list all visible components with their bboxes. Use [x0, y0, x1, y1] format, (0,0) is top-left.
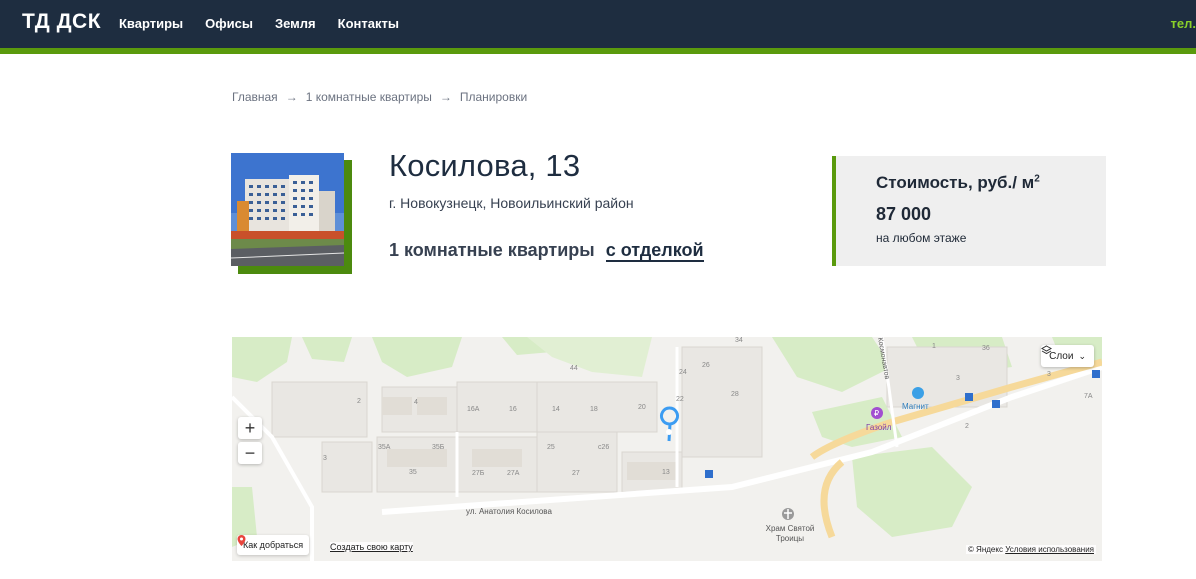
main-nav: Квартиры Офисы Земля Контакты [119, 16, 399, 31]
breadcrumb-one-room[interactable]: 1 комнатные квартиры [306, 90, 432, 104]
nav-item-apartments[interactable]: Квартиры [119, 16, 183, 31]
directions-label: Как добраться [243, 540, 304, 550]
house-number: с26 [598, 444, 610, 451]
house-number: 36 [982, 345, 990, 352]
breadcrumb-plans[interactable]: Планировки [460, 90, 527, 104]
terms-link[interactable]: Условия использования [1005, 545, 1094, 554]
apartment-type-label: 1 комнатные квартиры [389, 240, 595, 260]
map-attribution: © Яндекс Условия использования [965, 545, 1096, 554]
house-number: 3 [323, 455, 327, 462]
nav-item-offices[interactable]: Офисы [205, 16, 253, 31]
location-pin-icon [237, 535, 246, 546]
house-number: 35Б [432, 444, 445, 451]
svg-text:₽: ₽ [874, 409, 879, 418]
house-number: 22 [676, 396, 684, 403]
breadcrumb-arrow-icon: → [439, 90, 452, 104]
zoom-in-button[interactable]: + [238, 417, 262, 439]
map-canvas: ₽ [232, 337, 1102, 561]
zoom-out-button[interactable]: − [238, 442, 262, 464]
house-number: 14 [552, 406, 560, 413]
house-number: 26 [702, 362, 710, 369]
house-number: 13 [662, 469, 670, 476]
layers-button[interactable]: Слои ⌄ [1041, 345, 1094, 367]
house-number: 16 [509, 406, 517, 413]
price-value: 87 000 [876, 204, 932, 224]
layers-icon [1041, 345, 1053, 355]
store-label[interactable]: Магнит [902, 402, 929, 411]
layers-label: Слои [1049, 350, 1074, 362]
page-title: Косилова, 13 [389, 148, 581, 183]
chevron-down-icon: ⌄ [1078, 350, 1086, 361]
top-navbar: ТД ДСК Квартиры Офисы Земля Контакты тел… [0, 0, 1196, 48]
house-number: 20 [638, 404, 646, 411]
house-number: 4 [414, 399, 418, 406]
house-number: 3 [1047, 371, 1051, 378]
price-note: на любом этаже [876, 231, 967, 245]
house-number: 18 [590, 406, 598, 413]
yandex-copyright: © Яндекс [967, 545, 1003, 554]
building-image [231, 153, 344, 266]
building-photo-frame [231, 153, 352, 274]
house-number: 44 [570, 365, 578, 372]
nav-item-contacts[interactable]: Контакты [338, 16, 399, 31]
header-accent-stripe [0, 48, 1196, 54]
house-number: 25 [547, 444, 555, 451]
house-number: 24 [679, 369, 687, 376]
house-number: 35 [409, 469, 417, 476]
price-label-superscript: 2 [1034, 173, 1040, 185]
house-number: 2 [965, 423, 969, 430]
house-number: 16А [467, 406, 480, 413]
breadcrumb-home[interactable]: Главная [232, 90, 278, 104]
price-label: Стоимость, руб./ м2 [876, 173, 1040, 193]
phone-label[interactable]: тел. [1171, 16, 1196, 31]
create-map-link[interactable]: Создать свою карту [330, 542, 413, 552]
site-logo[interactable]: ТД ДСК [22, 10, 101, 34]
price-box: Стоимость, руб./ м2 87 000 на любом этаж… [832, 156, 1106, 266]
house-number: 2 [357, 398, 361, 405]
house-number: 27А [507, 470, 520, 477]
breadcrumb-arrow-icon: → [285, 90, 298, 104]
nav-item-land[interactable]: Земля [275, 16, 316, 31]
yandex-map[interactable]: ₽ 44 2 4 16А 16 14 18 20 22 24 26 28 34 … [232, 337, 1102, 561]
building-address: г. Новокузнецк, Новоильинский район [389, 195, 634, 211]
gas-station-label[interactable]: Газойл [866, 423, 891, 432]
street-label: ул. Анатолия Косилова [466, 507, 552, 516]
directions-button[interactable]: Как добраться [237, 535, 310, 555]
breadcrumb: Главная → 1 комнатные квартиры → Планиро… [232, 90, 527, 104]
price-label-text: Стоимость, руб./ м [876, 173, 1035, 192]
house-number: 7А [1084, 393, 1093, 400]
house-number: 3 [956, 375, 960, 382]
house-number: 27Б [472, 470, 485, 477]
house-number: 35А [378, 444, 391, 451]
house-number: 28 [731, 391, 739, 398]
finish-link[interactable]: с отделкой [605, 240, 704, 262]
house-number: 1 [932, 343, 936, 350]
building-photo[interactable] [231, 153, 344, 266]
church-label[interactable]: Храм Святой Троицы [760, 524, 820, 544]
house-number: 34 [735, 337, 743, 344]
apartment-type-heading: 1 комнатные квартиры с отделкой [389, 240, 704, 262]
house-number: 27 [572, 470, 580, 477]
